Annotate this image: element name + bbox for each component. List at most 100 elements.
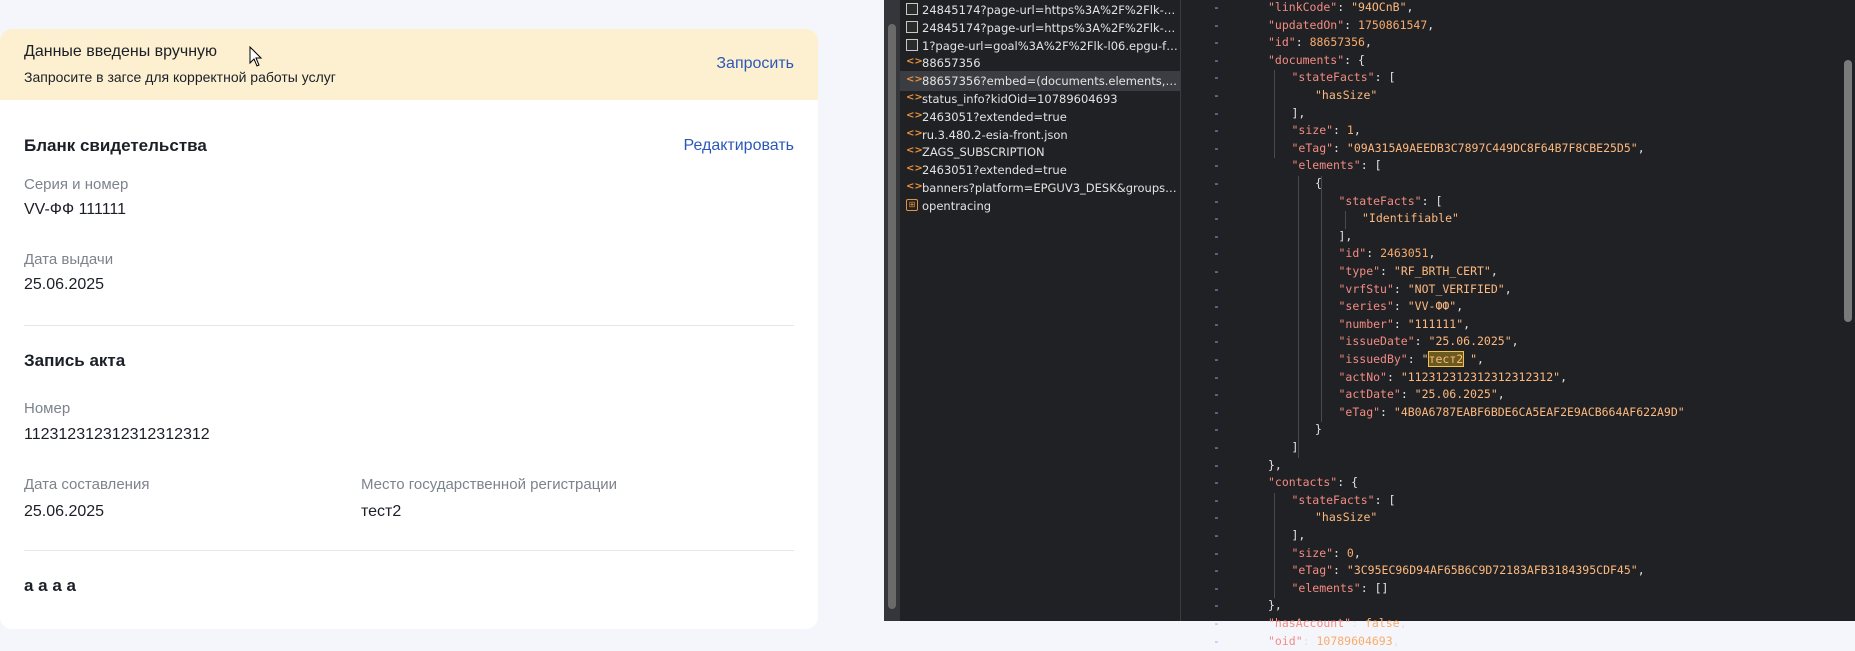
registration-place-value: тест2 [361, 503, 402, 520]
line-marker: - [1213, 404, 1220, 419]
json-token: : [ [1360, 158, 1382, 173]
json-line: - "id": 2463051, [1181, 246, 1836, 263]
line-marker: - [1213, 563, 1220, 578]
json-code: "eTag": "3C95EC96D94AF65B6C9D72183AFB318… [1292, 563, 1645, 577]
divider [24, 325, 794, 326]
document-icon [906, 3, 918, 15]
json-token: 10789604693 [1316, 633, 1393, 648]
line-marker: - [1213, 176, 1220, 190]
json-code: "updatedOn": 1750861547, [1268, 18, 1434, 32]
json-token: , [1364, 35, 1372, 50]
line-marker: - [1213, 193, 1220, 208]
json-token: , [1511, 334, 1519, 349]
json-code: ], [1292, 528, 1306, 542]
edit-link[interactable]: Редактировать [683, 137, 794, 155]
json-token: "94OCnB" [1351, 0, 1407, 14]
json-line: - "size": 1, [1181, 123, 1836, 140]
network-request-name: 24845174?page-url=https%3A%2F%2Flk-l06.e… [922, 20, 1178, 35]
line-marker: - [1213, 105, 1220, 120]
document-icon [906, 20, 918, 33]
json-code: "id": 2463051, [1339, 246, 1436, 260]
json-token: "updatedOn" [1268, 17, 1345, 32]
json-code: } [1315, 422, 1322, 436]
json-code: ], [1339, 229, 1353, 243]
json-token: : [1366, 246, 1381, 261]
json-token: ], [1291, 105, 1306, 120]
network-request-name: status_info?kidOid=10789604693 [922, 92, 1118, 106]
network-request-name: ZAGS_SUBSCRIPTION [922, 145, 1045, 160]
service-page: Данные введены вручную Запросите в загсе… [0, 0, 884, 629]
json-line: -{ [1181, 176, 1836, 193]
json-token: "VV-ФФ" [1407, 299, 1457, 314]
indent-guide [1274, 70, 1275, 159]
xhr-icon: <> [906, 109, 923, 121]
json-line: - "id": 88657356, [1181, 35, 1836, 52]
json-token: : [1344, 17, 1359, 32]
line-marker: - [1213, 440, 1220, 454]
json-code: "size": 0, [1292, 546, 1361, 560]
json-token: : [1393, 316, 1408, 331]
json-token: , [1456, 299, 1464, 314]
json-line: - "contacts": { [1181, 475, 1836, 492]
json-line: - "linkCode": "94OCnB", [1181, 0, 1836, 17]
line-marker: - [1213, 88, 1220, 102]
json-token: , [1406, 0, 1414, 14]
json-token: "size" [1291, 545, 1334, 560]
json-token: 1 [1346, 123, 1354, 138]
json-token: "111111" [1407, 316, 1464, 331]
series-label: Серия и номер [24, 176, 129, 193]
network-request-row[interactable]: ⊞ opentracing [900, 196, 1180, 216]
json-line: -], [1181, 106, 1836, 123]
json-token: }, [1268, 598, 1282, 613]
json-token: : [ [1374, 492, 1396, 507]
notice-title: Данные введены вручную [24, 43, 218, 60]
json-line: - "elements": [ [1181, 158, 1836, 175]
json-line: - "actNo": "112312312312312312312", [1181, 370, 1836, 387]
json-token: : [1400, 387, 1415, 402]
json-token: }, [1268, 457, 1282, 472]
json-token: 2463051 [1380, 246, 1429, 261]
json-token: "actNo" [1338, 369, 1387, 384]
document-card: Данные введены вручную Запросите в загсе… [0, 29, 818, 629]
json-token: : [1393, 299, 1408, 314]
line-marker: - [1213, 70, 1220, 85]
json-token: ], [1291, 528, 1306, 542]
json-token: "id" [1338, 246, 1367, 261]
json-token: "3C95EC96D94AF65B6C9D72183AFB3184395CDF4… [1346, 563, 1638, 578]
request-link[interactable]: Запросить [716, 55, 794, 73]
json-token: "linkCode" [1268, 0, 1338, 14]
json-token: "contacts" [1268, 475, 1338, 490]
line-marker: - [1213, 246, 1220, 261]
network-request-name: 24845174?page-url=https%3A%2F%2Flk-l06.e… [922, 3, 1178, 17]
json-line: - "oid": 10789604693, [1181, 634, 1836, 651]
line-marker: - [1213, 211, 1220, 226]
json-line: -}, [1181, 458, 1836, 475]
json-token: "eTag" [1338, 404, 1381, 419]
json-code: "actNo": "112312312312312312312", [1339, 370, 1568, 384]
network-request-name: 1?page-url=goal%3A%2F%2Flk-l06.epgu-fron… [922, 38, 1178, 53]
network-request-name: 88657356 [922, 56, 981, 71]
json-token: "issueDate" [1338, 334, 1415, 349]
json-code: "Identifiable" [1362, 211, 1459, 225]
devtools-splitter[interactable] [884, 0, 900, 621]
json-token: ], [1338, 228, 1353, 243]
document-icon [906, 38, 918, 51]
json-token: , [1427, 17, 1435, 32]
network-request-name: 88657356?embed=(documents.elements,addr.… [922, 74, 1178, 89]
json-token: , [1490, 264, 1498, 278]
line-marker: - [1213, 422, 1220, 437]
page-scrollbar[interactable] [888, 24, 896, 609]
network-request-name: banners?platform=EPGUV3_DESK&groups=b_..… [922, 181, 1178, 195]
response-scrollbar[interactable] [1844, 60, 1852, 322]
json-token: "id" [1268, 35, 1296, 50]
line-marker: - [1213, 264, 1220, 278]
act-number-value: 112312312312312312312 [24, 426, 210, 443]
json-token: : [1380, 264, 1394, 278]
json-line: - "hasAccount": false, [1181, 616, 1836, 633]
json-token: : [1351, 616, 1365, 630]
network-request-name: 2463051?extended=true [922, 163, 1067, 178]
json-token: 1750861547 [1358, 17, 1428, 32]
json-token: : [1302, 633, 1317, 648]
json-code: "type": "RF_BRTH_CERT", [1339, 264, 1498, 278]
issue-date-label: Дата выдачи [24, 251, 114, 268]
